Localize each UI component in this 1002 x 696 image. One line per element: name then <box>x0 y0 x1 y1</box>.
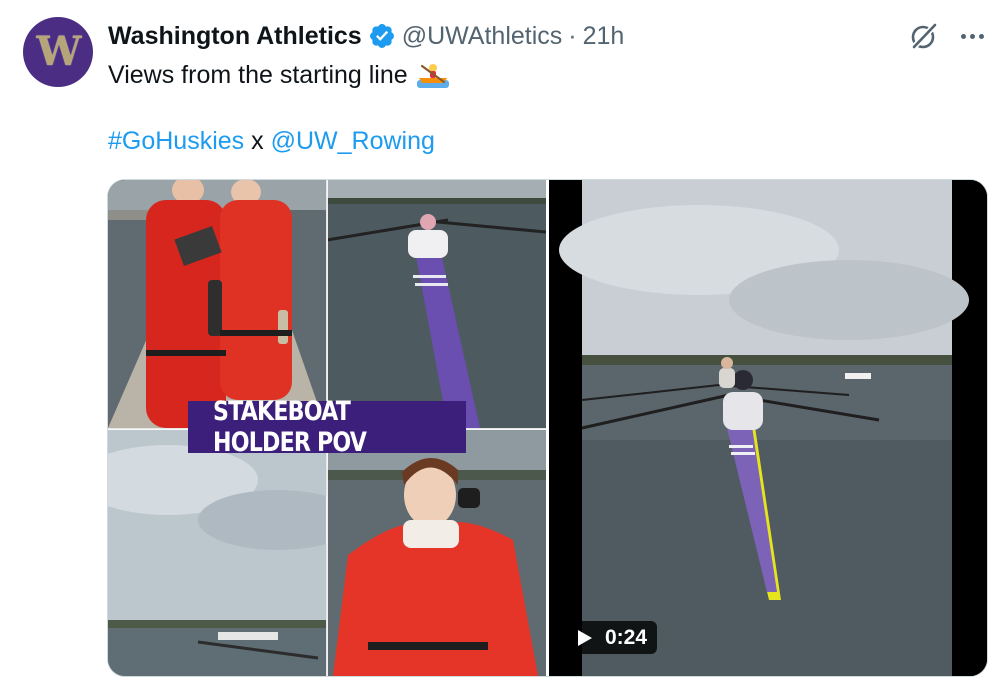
grok-icon[interactable] <box>908 20 940 52</box>
media-container: STAKEBOAT HOLDER POV 0:24 <box>107 179 988 677</box>
video-duration-badge[interactable]: 0:24 <box>569 621 658 654</box>
display-name[interactable]: Washington Athletics <box>108 22 362 51</box>
separator-dot: · <box>568 21 577 50</box>
more-options-icon[interactable] <box>958 20 986 52</box>
dot <box>978 33 984 39</box>
video-thumbnail[interactable] <box>549 180 987 676</box>
hashtag-link[interactable]: #GoHuskies <box>108 127 244 155</box>
dot <box>960 33 966 39</box>
user-handle[interactable]: @UWAthletics <box>402 22 563 51</box>
tweet-header: Washington Athletics @UWAthletics · 21h <box>108 18 624 54</box>
connector-text: x <box>251 127 264 155</box>
video-duration: 0:24 <box>605 625 648 649</box>
avatar[interactable]: W <box>23 17 93 87</box>
avatar-logo: W <box>36 28 82 75</box>
mention-link[interactable]: @UW_Rowing <box>271 127 435 155</box>
rowing-boat-emoji <box>416 64 449 88</box>
dot <box>969 33 975 39</box>
tweet: W Washington Athletics @UWAthletics · 21… <box>0 0 1002 696</box>
tweet-text-line: Views from the starting line <box>108 61 408 89</box>
timestamp[interactable]: 21h <box>583 22 625 51</box>
tweet-text: Views from the starting line <box>108 58 450 92</box>
tweet-tags: #GoHuskies x @UW_Rowing <box>108 124 435 158</box>
verified-badge-icon[interactable] <box>368 22 396 50</box>
collage-caption: STAKEBOAT HOLDER POV <box>213 396 367 458</box>
play-icon[interactable] <box>577 629 593 647</box>
